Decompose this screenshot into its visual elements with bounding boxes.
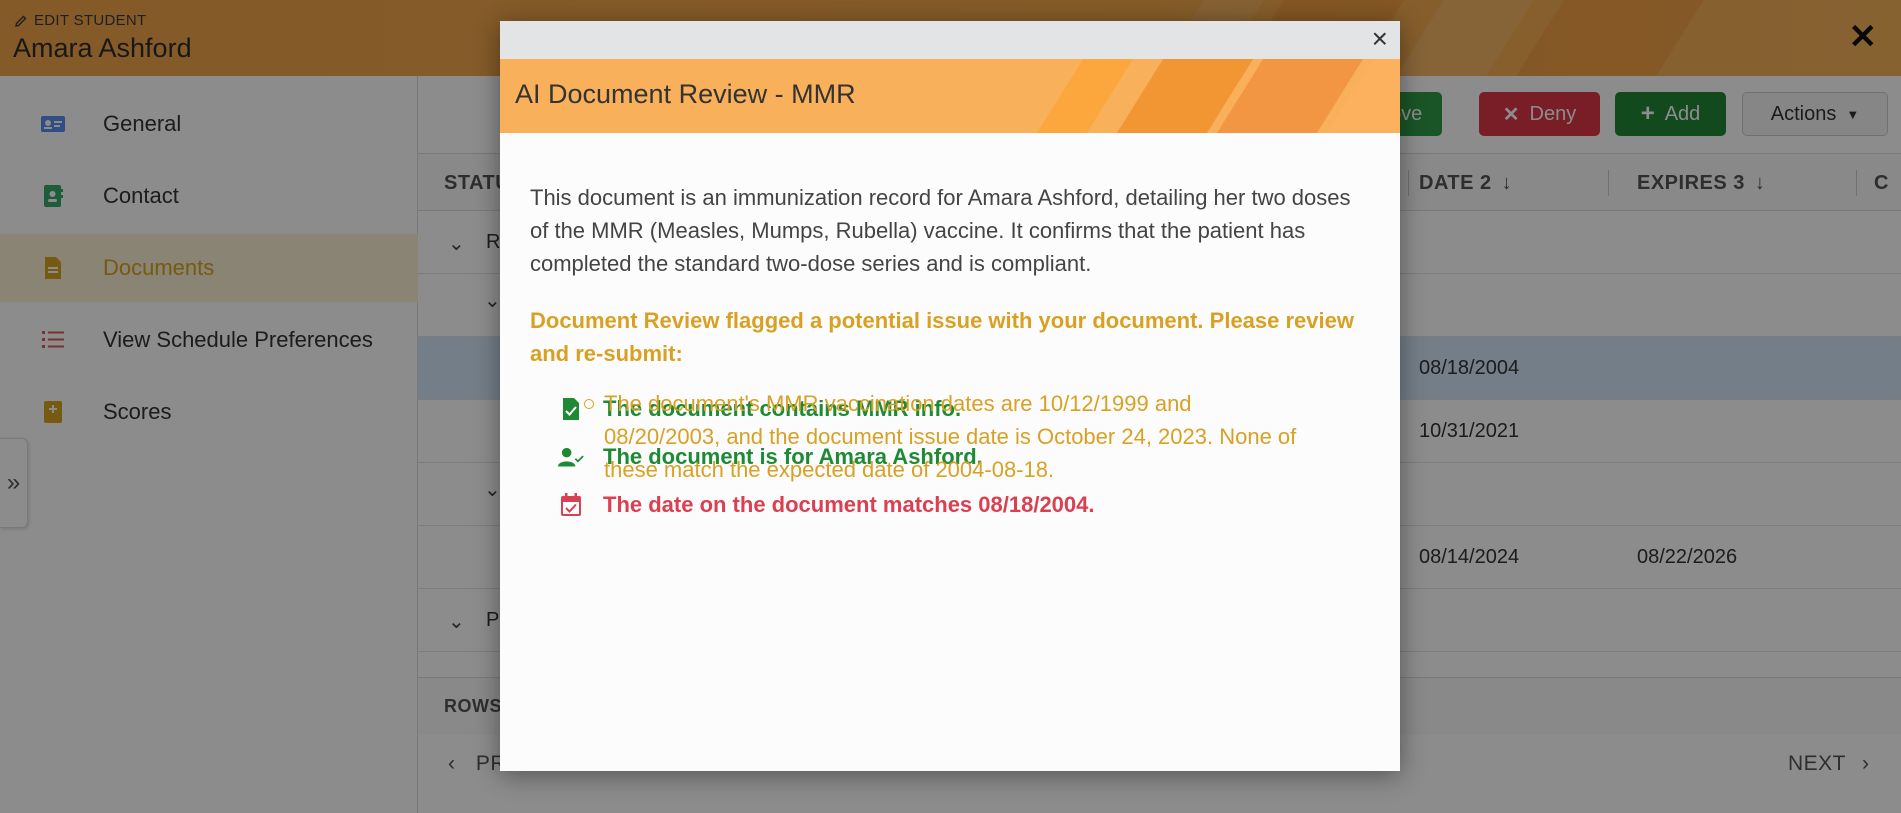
document-summary: This document is an immunization record …: [530, 185, 1351, 276]
check-item-mmr-info: The document contains MMR info.: [558, 396, 961, 422]
review-warning: Document Review flagged a potential issu…: [530, 308, 1354, 366]
file-check-icon: [558, 396, 584, 422]
modal-title: AI Document Review - MMR: [515, 79, 856, 109]
title-decor-stripe: [1036, 59, 1134, 133]
detail-text: The document's MMR vaccination dates are…: [604, 391, 1297, 482]
ai-review-modal: × AI Document Review - MMR This document…: [500, 21, 1400, 771]
check-item-student-name: The document is for Amara Ashford.: [558, 444, 983, 470]
check-label: The date on the document matches 08/18/2…: [603, 492, 1095, 517]
check-item-date: The date on the document matches 08/18/2…: [558, 492, 1095, 518]
close-icon[interactable]: ×: [1372, 25, 1388, 53]
modal-top-bar: ×: [500, 21, 1400, 59]
modal-title-bar: AI Document Review - MMR: [500, 59, 1400, 133]
date-mismatch-detail: The document's MMR vaccination dates are…: [584, 387, 1304, 486]
calendar-check-icon: [558, 492, 584, 518]
bullet-icon: [584, 399, 594, 409]
modal-body: This document is an immunization record …: [530, 181, 1370, 370]
user-check-icon: [558, 444, 584, 470]
